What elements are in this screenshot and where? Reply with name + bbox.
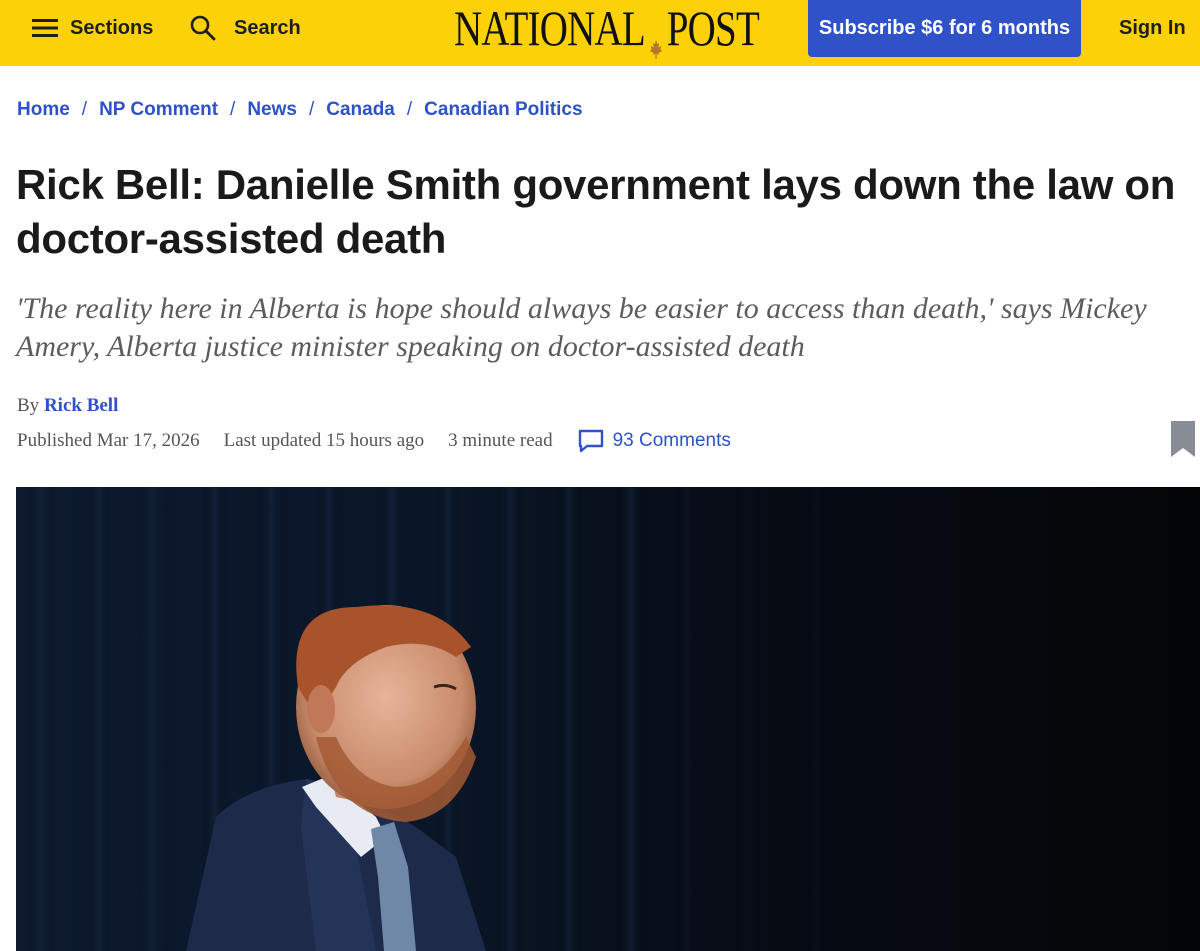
comments-link[interactable]: 93 Comments	[577, 428, 731, 454]
updated-date: Last updated 15 hours ago	[223, 430, 425, 451]
bookmark-icon[interactable]	[1170, 420, 1196, 458]
article-meta: Published Mar 17, 2026 Last updated 15 h…	[17, 426, 731, 456]
breadcrumb-separator: /	[81, 99, 88, 120]
breadcrumb-np-comment[interactable]: NP Comment	[99, 99, 218, 121]
site-header: Sections Search NATIONAL POST Subscribe …	[0, 0, 1200, 66]
breadcrumb-separator: /	[406, 99, 413, 120]
article-headline: Rick Bell: Danielle Smith government lay…	[16, 161, 1176, 262]
breadcrumb-separator: /	[230, 99, 236, 120]
hamburger-icon	[32, 18, 58, 38]
breadcrumb-home[interactable]: Home	[17, 99, 70, 121]
author-link[interactable]: Rick Bell	[44, 395, 118, 416]
logo-text-right: POST	[666, 0, 760, 56]
breadcrumb-separator: /	[308, 99, 315, 120]
hero-image	[16, 487, 1200, 951]
breadcrumb-news[interactable]: News	[247, 99, 297, 121]
published-date: Published Mar 17, 2026	[17, 430, 200, 451]
breadcrumb-canada[interactable]: Canada	[326, 99, 395, 121]
comments-count: 93 Comments	[612, 430, 731, 451]
search-icon	[190, 15, 216, 41]
maple-leaf-icon	[646, 16, 665, 59]
comment-bubble-icon	[577, 428, 605, 454]
search-label: Search	[234, 16, 301, 39]
breadcrumb-canadian-politics[interactable]: Canadian Politics	[424, 99, 582, 121]
breadcrumb: Home / NP Comment / News / Canada / Cana…	[17, 97, 583, 123]
sections-button[interactable]: Sections	[32, 0, 153, 56]
sections-label: Sections	[70, 16, 154, 39]
site-logo[interactable]: NATIONAL POST	[440, 0, 773, 59]
article-dek: 'The reality here in Alberta is hope sho…	[16, 292, 1147, 363]
byline: By Rick Bell	[17, 395, 118, 417]
read-time: 3 minute read	[448, 430, 553, 451]
signin-button[interactable]: Sign In	[1119, 0, 1186, 56]
logo-text-left: NATIONAL	[454, 0, 646, 56]
search-button[interactable]: Search	[190, 0, 301, 56]
subscribe-button[interactable]: Subscribe $6 for 6 months	[808, 0, 1081, 57]
byline-prefix: By	[17, 395, 40, 416]
